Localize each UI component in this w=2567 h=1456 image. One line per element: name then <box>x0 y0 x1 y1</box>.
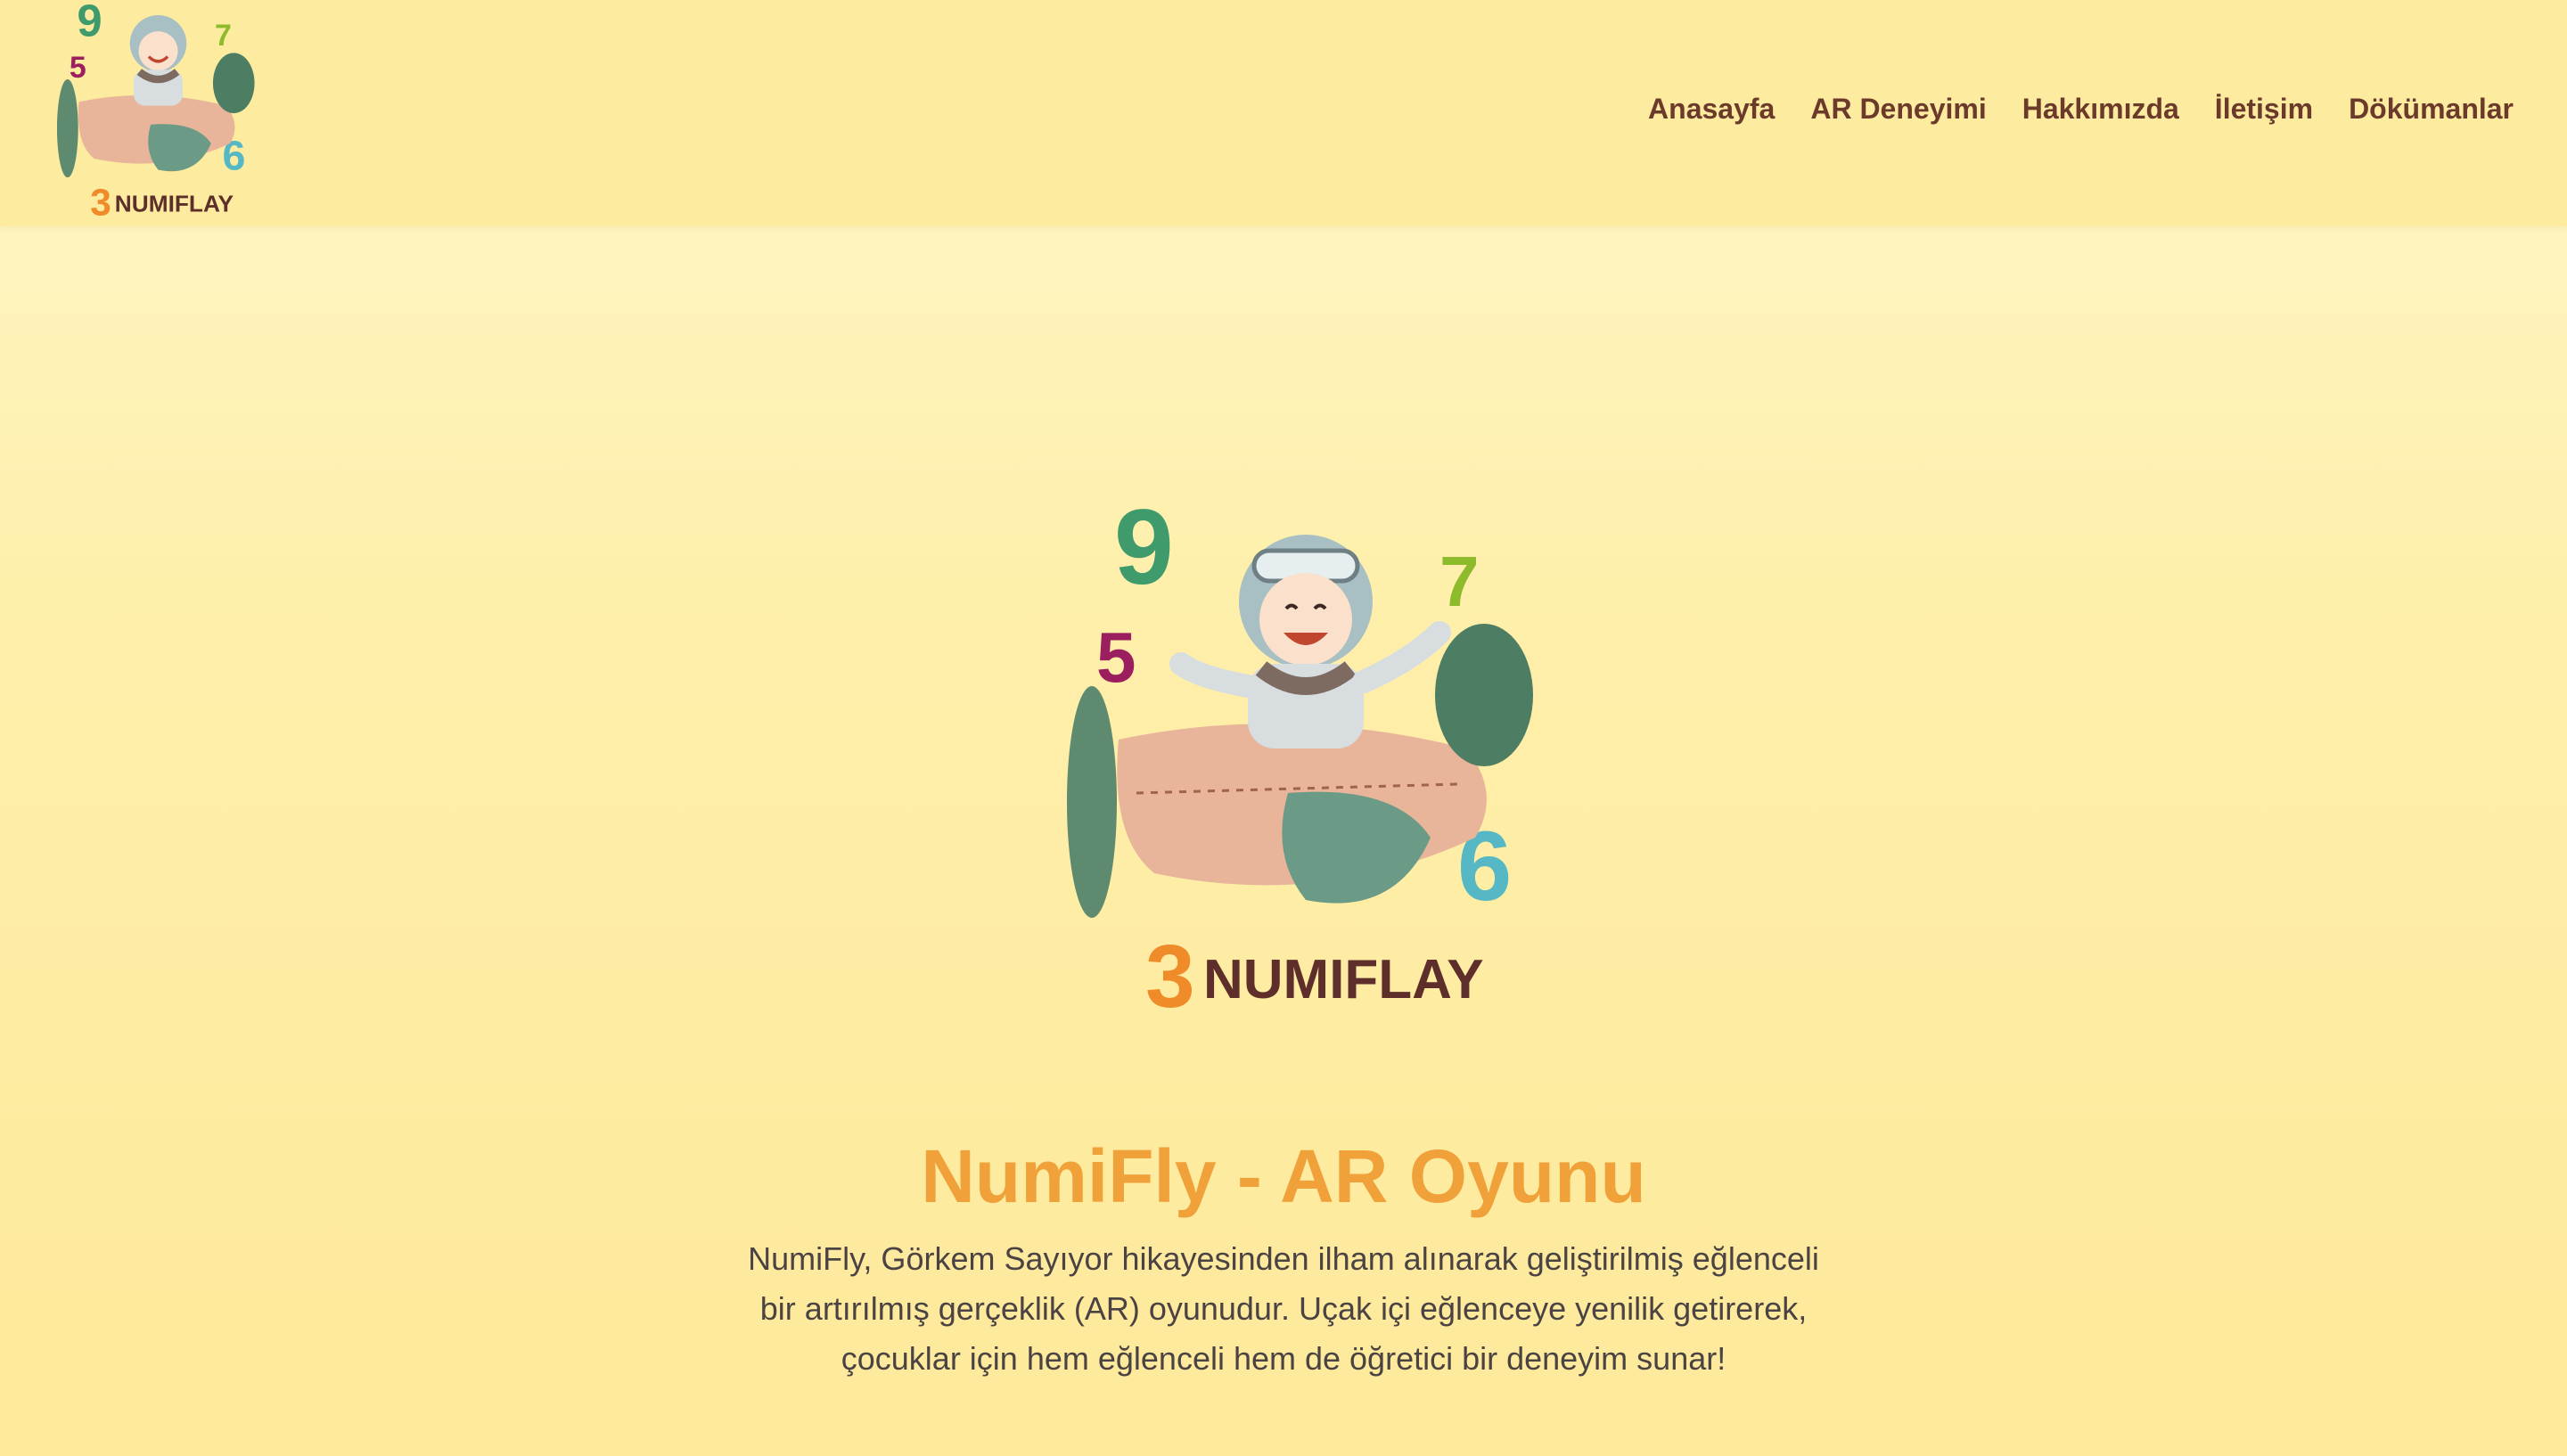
svg-text:3: 3 <box>90 182 111 223</box>
nav-documents[interactable]: Dökümanlar <box>2331 89 2531 128</box>
digit-five-icon: 5 <box>1096 618 1136 697</box>
pilot-face-icon <box>1259 573 1352 666</box>
numifly-logo: 9 5 7 6 3 NUMIFLAY <box>56 0 255 223</box>
propeller-icon <box>56 78 78 178</box>
svg-text:NUMIFLAY: NUMIFLAY <box>115 190 234 217</box>
propeller-icon <box>1067 686 1117 918</box>
page-title: NumiFly - AR Oyunu <box>921 1134 1646 1218</box>
hero-numifly-illustration: 9 5 7 6 3 NUMIFLAY <box>1067 499 1533 1025</box>
hero-description: NumiFly, Görkem Sayıyor hikayesinden ilh… <box>748 1240 1819 1377</box>
nav-home[interactable]: Anasayfa <box>1630 89 1792 128</box>
plane-tail-icon <box>1435 624 1533 766</box>
nav-contact[interactable]: İletişim <box>2197 89 2331 128</box>
site-header: 9 5 7 6 3 NUMIFLAY Anasayfa AR Deneyimi … <box>0 0 2567 226</box>
main-nav: Anasayfa AR Deneyimi Hakkımızda İletişim… <box>1630 89 2531 128</box>
pilot-face-icon <box>138 31 178 71</box>
digit-nine-icon: 9 <box>77 0 102 45</box>
svg-text:NUMIFLAY: NUMIFLAY <box>1203 949 1484 1010</box>
nav-about[interactable]: Hakkımızda <box>2005 89 2197 128</box>
digit-nine-icon: 9 <box>1114 499 1174 607</box>
nav-ar-experience[interactable]: AR Deneyimi <box>1792 89 2004 128</box>
digit-seven-icon: 7 <box>1439 542 1480 621</box>
digit-five-icon: 5 <box>70 51 86 85</box>
svg-text:3: 3 <box>1145 927 1195 1025</box>
digit-seven-icon: 7 <box>215 19 232 53</box>
